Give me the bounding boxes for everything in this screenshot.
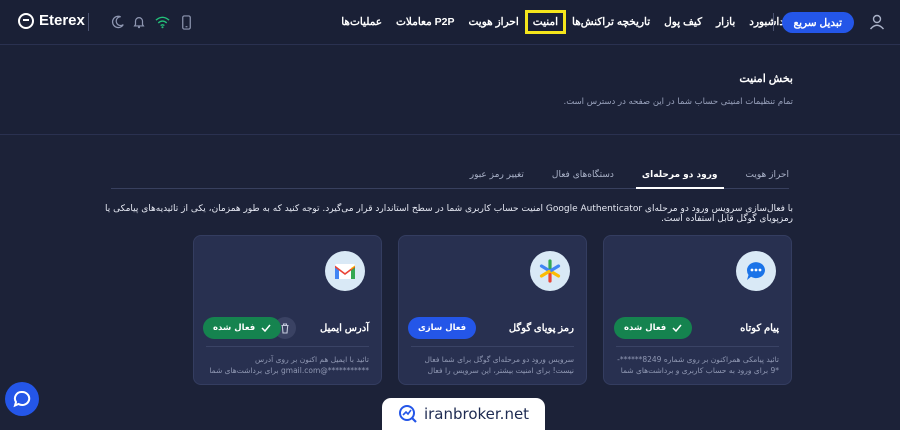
card-description: سرویس ورود دو مرحله‌ای گوگل برای شما فعا… [424,355,574,378]
logo-text: Eterex [39,12,85,29]
card-title: پیام کوتاه [740,323,779,334]
watermark-text: iranbroker.net [423,405,530,423]
top-navbar: Eterex داشبورد بازار کیف پول تاریخچه ترا… [0,0,900,45]
moon-icon[interactable] [109,13,127,31]
main-nav: داشبورد بازار کیف پول تاریخچه تراکنش‌ها … [336,10,789,34]
sms-enabled-button[interactable]: فعال شده [614,317,693,339]
page-subtitle: تمام تنظیمات امنیتی حساب شما در این صفحه… [563,97,793,107]
security-tabs: احراز هویت ورود دو مرحله‌ای دستگاه‌های ف… [111,164,789,189]
divider [206,346,369,347]
card-title: رمز پویای گوگل [508,323,574,334]
card-description: تائید با ایمیل هم اکنون بر روی آدرس ****… [209,355,369,378]
page-title: بخش امنیت [739,73,793,85]
quick-convert-button[interactable]: تبدیل سریع [781,12,854,33]
nav-wallet[interactable]: کیف پول [659,13,707,31]
trash-icon [281,322,289,334]
divider [773,13,774,31]
gmail-icon [325,251,365,291]
security-header: بخش امنیت تمام تنظیمات امنیتی حساب شما د… [0,45,900,135]
divider [616,346,779,347]
tab-two-factor[interactable]: ورود دو مرحله‌ای [635,164,724,189]
watermark: iranbroker.net [382,398,545,430]
check-icon [261,324,271,332]
check-icon [672,324,682,332]
iranbroker-logo-icon [398,405,417,423]
brand-logo[interactable]: Eterex [18,12,85,29]
button-label: فعال سازی [418,323,467,333]
wifi-icon [153,13,171,31]
sms-bubble-icon [736,251,776,291]
tab-active-devices[interactable]: دستگاه‌های فعال [552,164,614,188]
google-authenticator-icon [530,251,570,291]
tab-verification[interactable]: احراز هویت [746,164,789,188]
mobile-icon[interactable] [177,13,195,31]
nav-verification[interactable]: احراز هویت [463,13,523,31]
button-label: فعال شده [624,323,667,333]
button-label: فعال شده [213,323,256,333]
card-title: آدرس ایمیل [320,323,369,334]
divider [88,13,89,31]
nav-market[interactable]: بازار [711,13,740,31]
nav-security[interactable]: امنیت [524,10,567,34]
sms-card: پیام کوتاه فعال شده تائید پیامکی همراکنو… [603,235,792,385]
nav-operations[interactable]: عملیات‌ها [336,13,387,31]
email-card: آدرس ایمیل فعال شده تائید با ایمیل هم اک… [193,235,382,385]
user-icon[interactable] [868,13,886,31]
bell-icon[interactable] [130,13,148,31]
activate-google-auth-button[interactable]: فعال سازی [408,317,477,339]
eterex-logo-icon [18,12,34,29]
email-enabled-button[interactable]: فعال شده [203,317,282,339]
support-chat-button[interactable] [5,382,39,416]
card-description: تائید پیامکی همراکنون بر روی شماره 8249*… [617,355,779,378]
google-authenticator-card: رمز پویای گوگل فعال سازی سرویس ورود دو م… [398,235,587,385]
nav-transactions[interactable]: تاریخچه تراکنش‌ها [567,13,655,31]
two-factor-description: با فعال‌سازی سرویس ورود دو مرحله‌ای Goog… [104,204,793,224]
chat-icon [13,390,31,408]
divider [411,346,574,347]
nav-p2p[interactable]: معاملات P2P [391,13,459,31]
tab-change-password[interactable]: تغییر رمز عبور [470,164,524,188]
